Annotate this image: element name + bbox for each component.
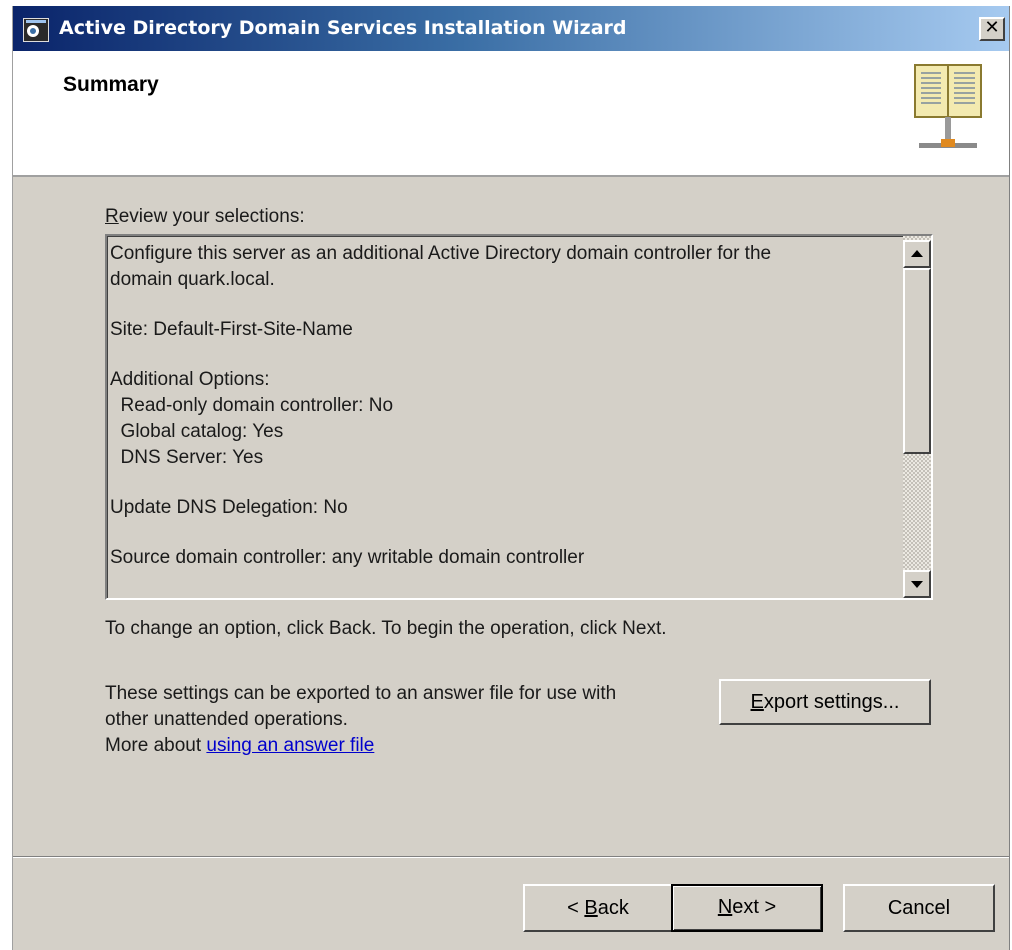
export-settings-button[interactable]: Export settings...: [719, 679, 931, 725]
summary-line: Update DNS Delegation: No: [110, 497, 348, 518]
summary-line: Global catalog: Yes: [110, 421, 284, 442]
close-button[interactable]: ✕: [979, 17, 1005, 41]
export-line-1: These settings can be exported to an ans…: [105, 683, 617, 704]
summary-line: Additional Options:: [110, 369, 270, 390]
app-icon: [23, 18, 49, 42]
arrow-down-icon: [911, 581, 923, 588]
cancel-button[interactable]: Cancel: [843, 884, 995, 932]
scroll-down-button[interactable]: [903, 570, 931, 598]
scroll-up-button[interactable]: [903, 240, 931, 268]
summary-content: Configure this server as an additional A…: [107, 236, 903, 598]
book-icon: [914, 64, 982, 148]
review-label: Review your selections:: [105, 206, 305, 227]
summary-line: [110, 521, 901, 545]
wizard-window: Active Directory Domain Services Install…: [12, 6, 1010, 950]
summary-textbox[interactable]: Configure this server as an additional A…: [105, 234, 933, 600]
back-button[interactable]: < Back: [523, 884, 673, 932]
change-instructions: To change an option, click Back. To begi…: [105, 618, 667, 639]
title-bar[interactable]: Active Directory Domain Services Install…: [13, 6, 1009, 51]
summary-line: [110, 471, 901, 495]
summary-line: Read-only domain controller: No: [110, 395, 394, 416]
summary-line: Configure this server as an additional A…: [110, 243, 772, 264]
arrow-up-icon: [911, 250, 923, 257]
more-about-line: More about using an answer file: [105, 735, 375, 756]
footer-divider: [13, 856, 1009, 858]
export-line-2: other unattended operations.: [105, 709, 348, 730]
answer-file-link[interactable]: using an answer file: [206, 735, 374, 756]
window-title: Active Directory Domain Services Install…: [59, 17, 627, 39]
page-title: Summary: [63, 73, 159, 96]
wizard-header: Summary: [13, 51, 1009, 177]
export-description: These settings can be exported to an ans…: [105, 681, 705, 759]
summary-line: [110, 343, 901, 367]
summary-line: DNS Server: Yes: [110, 447, 264, 468]
summary-line: [110, 293, 901, 317]
summary-line: domain quark.local.: [110, 269, 275, 290]
summary-line: Site: Default-First-Site-Name: [110, 319, 353, 340]
scroll-thumb[interactable]: [903, 268, 931, 454]
close-icon: ✕: [984, 17, 1000, 38]
summary-line: Source domain controller: any writable d…: [110, 547, 585, 568]
vertical-scrollbar[interactable]: [903, 236, 931, 598]
next-button[interactable]: Next >: [671, 884, 823, 932]
